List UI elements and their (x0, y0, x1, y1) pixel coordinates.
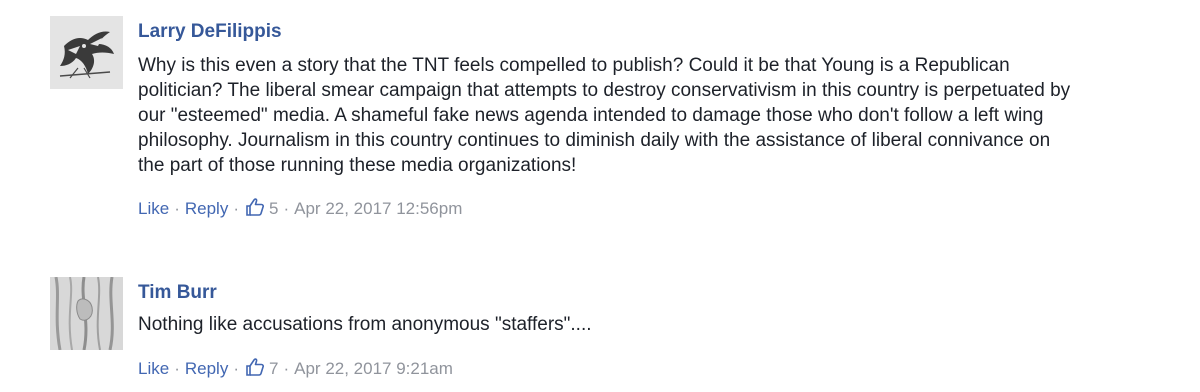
comment-timestamp[interactable]: Apr 22, 2017 9:21am (294, 359, 453, 379)
separator: · (283, 199, 290, 218)
separator: · (233, 199, 239, 218)
comment-text: Nothing like accusations from anonymous … (138, 314, 592, 335)
comment-timestamp[interactable]: Apr 22, 2017 12:56pm (294, 199, 462, 219)
separator: · (283, 359, 290, 378)
comment-body: Larry DeFilippis Why is this even a stor… (138, 16, 1180, 219)
comment-actions: Like · Reply · 5 · Apr 22, 2017 12:56pm (138, 197, 1180, 219)
reply-button[interactable]: Reply (185, 359, 228, 379)
comment-actions: Like · Reply · 7 · Apr 22, 2017 9:21am (138, 357, 1180, 379)
comment-list: Larry DeFilippis Why is this even a stor… (0, 0, 1200, 392)
thumbs-up-icon (245, 357, 265, 377)
avatar[interactable] (50, 16, 123, 89)
tree-bark-avatar-icon (50, 277, 123, 350)
avatar[interactable] (50, 277, 123, 350)
like-count: 7 (269, 359, 279, 378)
reply-button[interactable]: Reply (185, 199, 228, 219)
like-button[interactable]: Like (138, 199, 169, 219)
bird-sketch-avatar-icon (50, 16, 123, 89)
comment-body: Tim Burr Nothing like accusations from a… (138, 277, 1180, 379)
like-button[interactable]: Like (138, 359, 169, 379)
comment-author[interactable]: Larry DeFilippis (138, 21, 1180, 43)
comment: Larry DeFilippis Why is this even a stor… (50, 16, 1180, 219)
comment: Tim Burr Nothing like accusations from a… (50, 277, 1180, 379)
separator: · (174, 199, 180, 218)
separator: · (174, 359, 180, 378)
like-count: 5 (269, 199, 279, 218)
comment-text: Why is this even a story that the TNT fe… (138, 55, 1071, 176)
comment-author[interactable]: Tim Burr (138, 282, 1180, 304)
thumbs-up-icon (245, 197, 265, 217)
separator: · (233, 359, 239, 378)
